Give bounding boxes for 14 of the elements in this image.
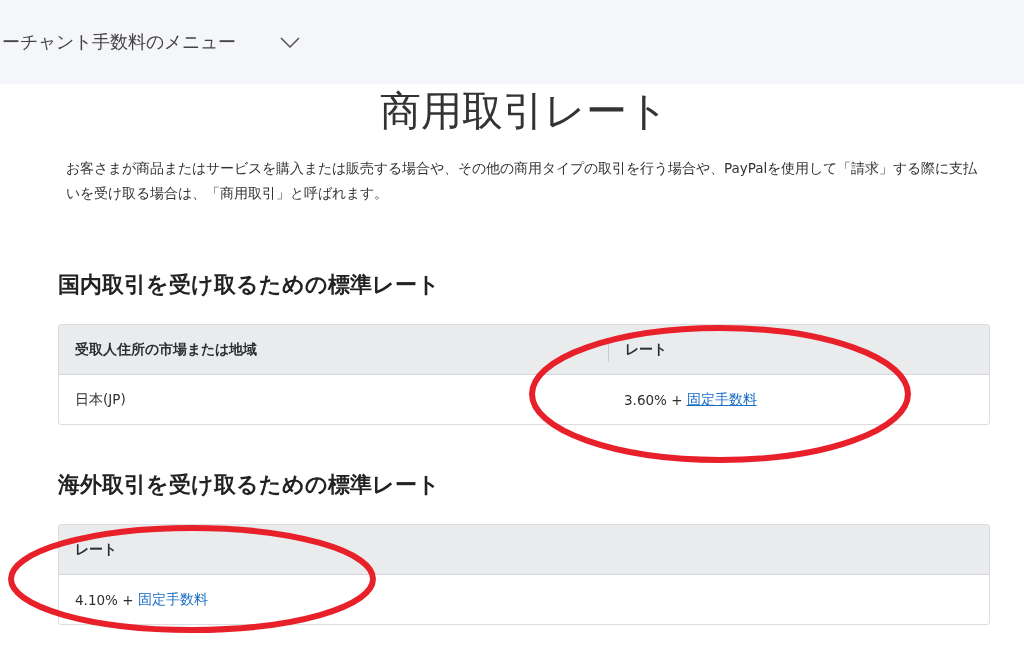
fee-link[interactable]: 固定手数料 — [137, 590, 208, 609]
chevron-icon — [280, 36, 300, 48]
menu-dropdown[interactable]: ーチャント手数料のメニュー — [0, 30, 300, 54]
section-heading: 国内取引を受け取るための標準レート — [58, 271, 441, 299]
column-header: レート — [74, 540, 118, 559]
column-header: 受取人住所の市場または地域 — [74, 340, 258, 359]
page-title: 商用取引レート — [378, 86, 670, 136]
table-cell: 3.60% + — [624, 391, 683, 408]
fee-link[interactable]: 固定手数料 — [686, 390, 757, 409]
table-cell: 日本(JP) — [75, 390, 126, 409]
intro-paragraph: お客さまが商品またはサービスを購入または販売する場合や、その他の商用タイプの取引を行う場合や、PayPalを使用して「請求」する際に支払いを受け取る場合は、「商用取引」と呼ばれます。 — [66, 159, 979, 203]
section-heading: 海外取引を受け取るための標準レート — [58, 471, 441, 499]
table-cell: 4.10% + — [75, 591, 134, 608]
column-header: レート — [608, 337, 989, 362]
